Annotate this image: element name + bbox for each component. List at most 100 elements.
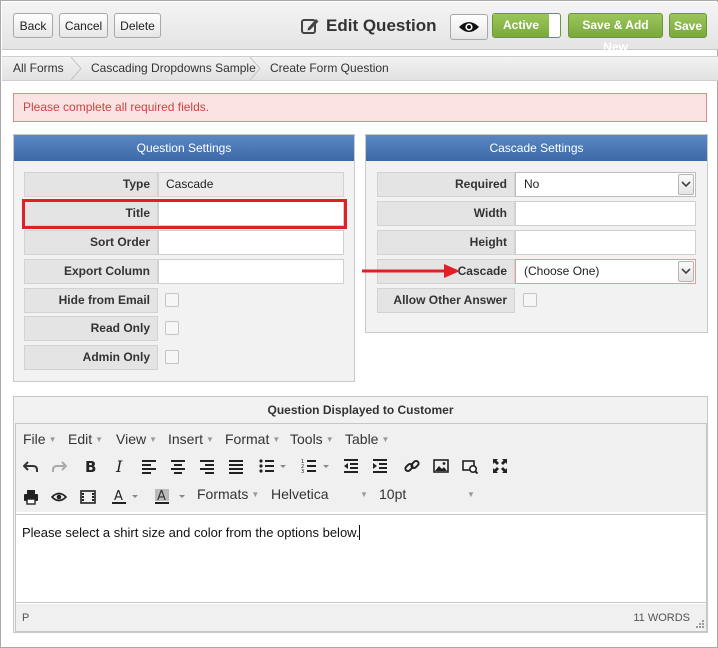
fullscreen-icon[interactable] [490, 456, 510, 476]
caret-down-icon[interactable] [175, 486, 185, 506]
align-center-icon[interactable] [168, 456, 188, 476]
title-highlight-box [22, 199, 347, 229]
validation-alert: Please complete all required fields. [13, 93, 707, 122]
width-input[interactable] [515, 201, 696, 226]
arrow-right-icon [362, 264, 460, 278]
height-label: Height [377, 230, 515, 255]
italic-icon[interactable]: I [109, 456, 129, 476]
caret-down-icon: ▼ [48, 435, 57, 444]
caret-down-icon[interactable] [276, 456, 286, 476]
menu-insert[interactable]: Insert ▼ [168, 431, 214, 447]
editor-content-text: Please select a shirt size and color fro… [22, 525, 360, 540]
font-color-icon[interactable]: A [109, 486, 129, 506]
admin-only-row: Admin Only [24, 345, 344, 370]
caret-down-icon: ▼ [467, 490, 475, 499]
redo-icon[interactable] [49, 456, 69, 476]
font-family-value: Helvetica [271, 486, 329, 502]
caret-down-icon: ▼ [272, 435, 281, 444]
active-toggle[interactable]: Active [492, 13, 561, 38]
element-path[interactable]: P [22, 612, 29, 624]
required-select[interactable]: No [515, 172, 696, 197]
menu-tools-label: Tools [290, 431, 323, 447]
breadcrumb: All Forms Cascading Dropdowns Sample Cre… [2, 56, 718, 81]
background-color-icon[interactable]: A [152, 486, 172, 506]
background-color-letter: A [157, 489, 166, 504]
top-toolbar: Back Cancel Delete Edit Question Active … [2, 2, 718, 54]
caret-down-icon: ▼ [251, 490, 260, 499]
question-settings-panel: Question Settings Type Cascade Title Sor… [13, 134, 355, 382]
undo-icon[interactable] [21, 456, 41, 476]
word-count: 11 WORDS [633, 612, 690, 624]
breadcrumb-item-cascading-dropdowns-sample[interactable]: Cascading Dropdowns Sample [91, 57, 256, 80]
bold-icon[interactable]: B [80, 456, 100, 476]
allow-other-answer-checkbox[interactable] [523, 293, 537, 307]
menu-view[interactable]: View ▼ [116, 431, 157, 447]
delete-button[interactable]: Delete [114, 13, 161, 38]
image-icon[interactable] [431, 456, 451, 476]
cancel-button[interactable]: Cancel [59, 13, 108, 38]
export-column-row: Export Column [24, 259, 344, 284]
breadcrumb-separator-icon [70, 57, 82, 80]
menu-view-label: View [116, 431, 147, 447]
formats-label: Formats [197, 486, 249, 502]
type-label: Type [24, 172, 158, 197]
allow-other-answer-label: Allow Other Answer [377, 288, 515, 313]
print-icon[interactable] [21, 487, 41, 507]
height-input[interactable] [515, 230, 696, 255]
link-icon[interactable] [402, 456, 422, 476]
editor-content-area[interactable]: Please select a shirt size and color fro… [16, 514, 706, 603]
caret-down-icon: ▼ [206, 435, 214, 444]
menu-file-label: File [23, 431, 46, 447]
video-icon[interactable] [78, 487, 98, 507]
preview-button[interactable] [450, 14, 488, 40]
question-display-panel: Question Displayed to Customer File ▼ Edi… [13, 396, 708, 633]
admin-only-label: Admin Only [24, 345, 158, 370]
active-toggle-label: Active [493, 14, 549, 37]
menu-format[interactable]: Format ▼ [225, 431, 280, 447]
caret-down-icon: ▼ [360, 490, 368, 499]
caret-down-icon[interactable] [319, 456, 329, 476]
read-only-checkbox[interactable] [165, 321, 179, 335]
allow-other-answer-row: Allow Other Answer [377, 288, 697, 313]
align-justify-icon[interactable] [226, 456, 246, 476]
breadcrumb-item-create-form-question: Create Form Question [270, 61, 389, 75]
menu-table-label: Table [345, 431, 379, 447]
bullet-list-icon[interactable] [257, 456, 277, 476]
back-button[interactable]: Back [13, 13, 53, 38]
save-add-new-button[interactable]: Save & Add New [568, 13, 663, 54]
save-button[interactable]: Save [669, 13, 707, 38]
menu-file[interactable]: File ▼ [23, 431, 56, 447]
hide-from-email-row: Hide from Email [24, 288, 344, 313]
sort-order-input[interactable] [158, 230, 344, 255]
font-family-dropdown[interactable]: Helvetica ▼ [271, 486, 368, 502]
media-icon[interactable] [460, 456, 480, 476]
breadcrumb-item-all-forms[interactable]: All Forms [13, 57, 64, 80]
numbered-list-icon[interactable]: 123 [299, 456, 319, 476]
cascade-select[interactable]: (Choose One) [515, 259, 696, 284]
hide-from-email-checkbox[interactable] [165, 293, 179, 307]
export-column-input[interactable] [158, 259, 344, 284]
menu-edit[interactable]: Edit ▼ [68, 431, 103, 447]
menu-tools[interactable]: Tools ▼ [290, 431, 334, 447]
type-value: Cascade [158, 172, 344, 197]
caret-down-icon: ▼ [325, 435, 334, 444]
formats-dropdown[interactable]: Formats ▼ [197, 486, 259, 502]
required-select-value: No [524, 177, 540, 191]
preview-eye-icon[interactable] [49, 487, 69, 507]
page-title-group: Edit Question [300, 14, 437, 38]
admin-only-checkbox[interactable] [165, 350, 179, 364]
indent-icon[interactable] [370, 456, 390, 476]
align-left-icon[interactable] [139, 456, 159, 476]
page-title: Edit Question [326, 16, 437, 35]
menu-table[interactable]: Table ▼ [345, 431, 389, 447]
height-row: Height [377, 230, 697, 255]
font-size-dropdown[interactable]: 10pt ▼ [379, 486, 475, 502]
width-label: Width [377, 201, 515, 226]
caret-down-icon[interactable] [128, 486, 138, 506]
menu-format-label: Format [225, 431, 270, 447]
resize-handle-icon[interactable] [694, 618, 704, 628]
caret-down-icon: ▼ [381, 435, 390, 444]
outdent-icon[interactable] [341, 456, 361, 476]
align-right-icon[interactable] [197, 456, 217, 476]
cascade-settings-panel: Cascade Settings Required No Width Heigh… [365, 134, 708, 333]
